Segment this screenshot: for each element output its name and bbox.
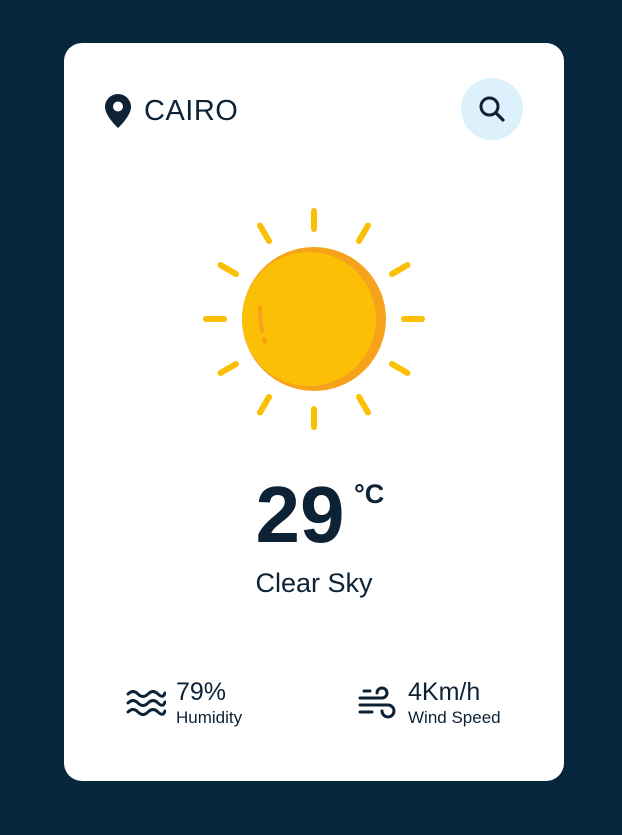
wind-speed-value: 4Km/h [408, 678, 481, 706]
temperature-value: 29 [255, 470, 345, 559]
temperature-unit: °C [354, 479, 385, 509]
waves-icon [126, 690, 166, 717]
search-button[interactable] [461, 78, 523, 140]
location: CAIRO [104, 91, 238, 131]
search-icon [479, 96, 505, 122]
map-pin-icon [105, 94, 131, 128]
city-name: CAIRO [144, 94, 239, 127]
weather-icon [202, 207, 426, 431]
weather-condition: Clear Sky [255, 568, 373, 598]
sun-icon [203, 208, 425, 430]
wind-icon [358, 686, 396, 719]
wind-speed-label: Wind Speed [408, 707, 501, 727]
humidity-stat: 79% Humidity [126, 678, 243, 728]
weather-card: CAIRO 29 °C Clear Sky 79% Humidity 4Km/h… [64, 43, 564, 781]
wind-stat: 4Km/h Wind Speed [358, 678, 501, 728]
temperature: 29 °C [64, 475, 564, 555]
humidity-value: 79% [176, 678, 227, 706]
humidity-label: Humidity [176, 707, 243, 727]
